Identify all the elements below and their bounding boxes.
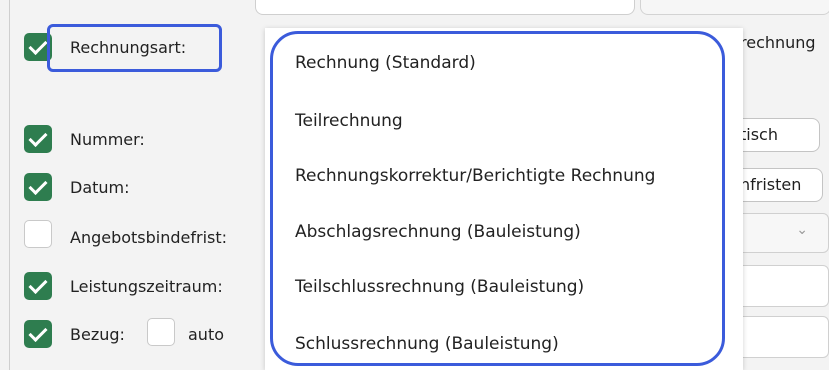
right-partial-text: rechnung bbox=[740, 33, 816, 52]
leistungszeitraum-label: Leistungszeitraum: bbox=[70, 277, 223, 296]
auto-checkbox[interactable] bbox=[147, 318, 175, 346]
dropdown-option-rechnung-standard[interactable]: Rechnung (Standard) bbox=[295, 52, 476, 74]
auto-label: auto bbox=[188, 325, 225, 344]
angebotsbindefrist-label: Angebotsbindefrist: bbox=[70, 228, 228, 247]
dropdown-option-schlussrechnung[interactable]: Schlussrechnung (Bauleistung) bbox=[295, 333, 559, 355]
chevron-down-icon: ⌄ bbox=[796, 222, 808, 238]
bezug-checkbox[interactable] bbox=[24, 320, 52, 348]
dropdown-option-teilrechnung[interactable]: Teilrechnung bbox=[295, 110, 403, 132]
nummer-label: Nummer: bbox=[70, 130, 145, 149]
dropdown-option-teilschlussrechnung[interactable]: Teilschlussrechnung (Bauleistung) bbox=[295, 276, 584, 298]
dropdown-option-rechnungskorrektur[interactable]: Rechnungskorrektur/Berichtigte Rechnung bbox=[295, 165, 655, 187]
nummer-checkbox[interactable] bbox=[24, 125, 52, 153]
leistungszeitraum-checkbox[interactable] bbox=[24, 272, 52, 300]
dropdown-highlight bbox=[270, 31, 725, 366]
top-input-field[interactable] bbox=[255, 0, 635, 15]
datum-checkbox[interactable] bbox=[24, 173, 52, 201]
right-input-2[interactable] bbox=[735, 316, 829, 358]
left-border bbox=[9, 0, 10, 370]
right-button-2[interactable]: nfristen bbox=[735, 168, 823, 202]
right-select[interactable]: ⌄ bbox=[735, 213, 829, 253]
top-right-field[interactable] bbox=[640, 0, 829, 15]
dropdown-option-abschlagsrechnung[interactable]: Abschlagsrechnung (Bauleistung) bbox=[295, 221, 581, 243]
right-input-1[interactable] bbox=[735, 265, 829, 307]
rechnungsart-label: Rechnungsart: bbox=[70, 38, 187, 57]
datum-label: Datum: bbox=[70, 178, 130, 197]
angebotsbindefrist-checkbox[interactable] bbox=[24, 220, 52, 248]
bezug-label: Bezug: bbox=[70, 325, 125, 344]
right-button-1[interactable]: tisch bbox=[735, 118, 820, 152]
